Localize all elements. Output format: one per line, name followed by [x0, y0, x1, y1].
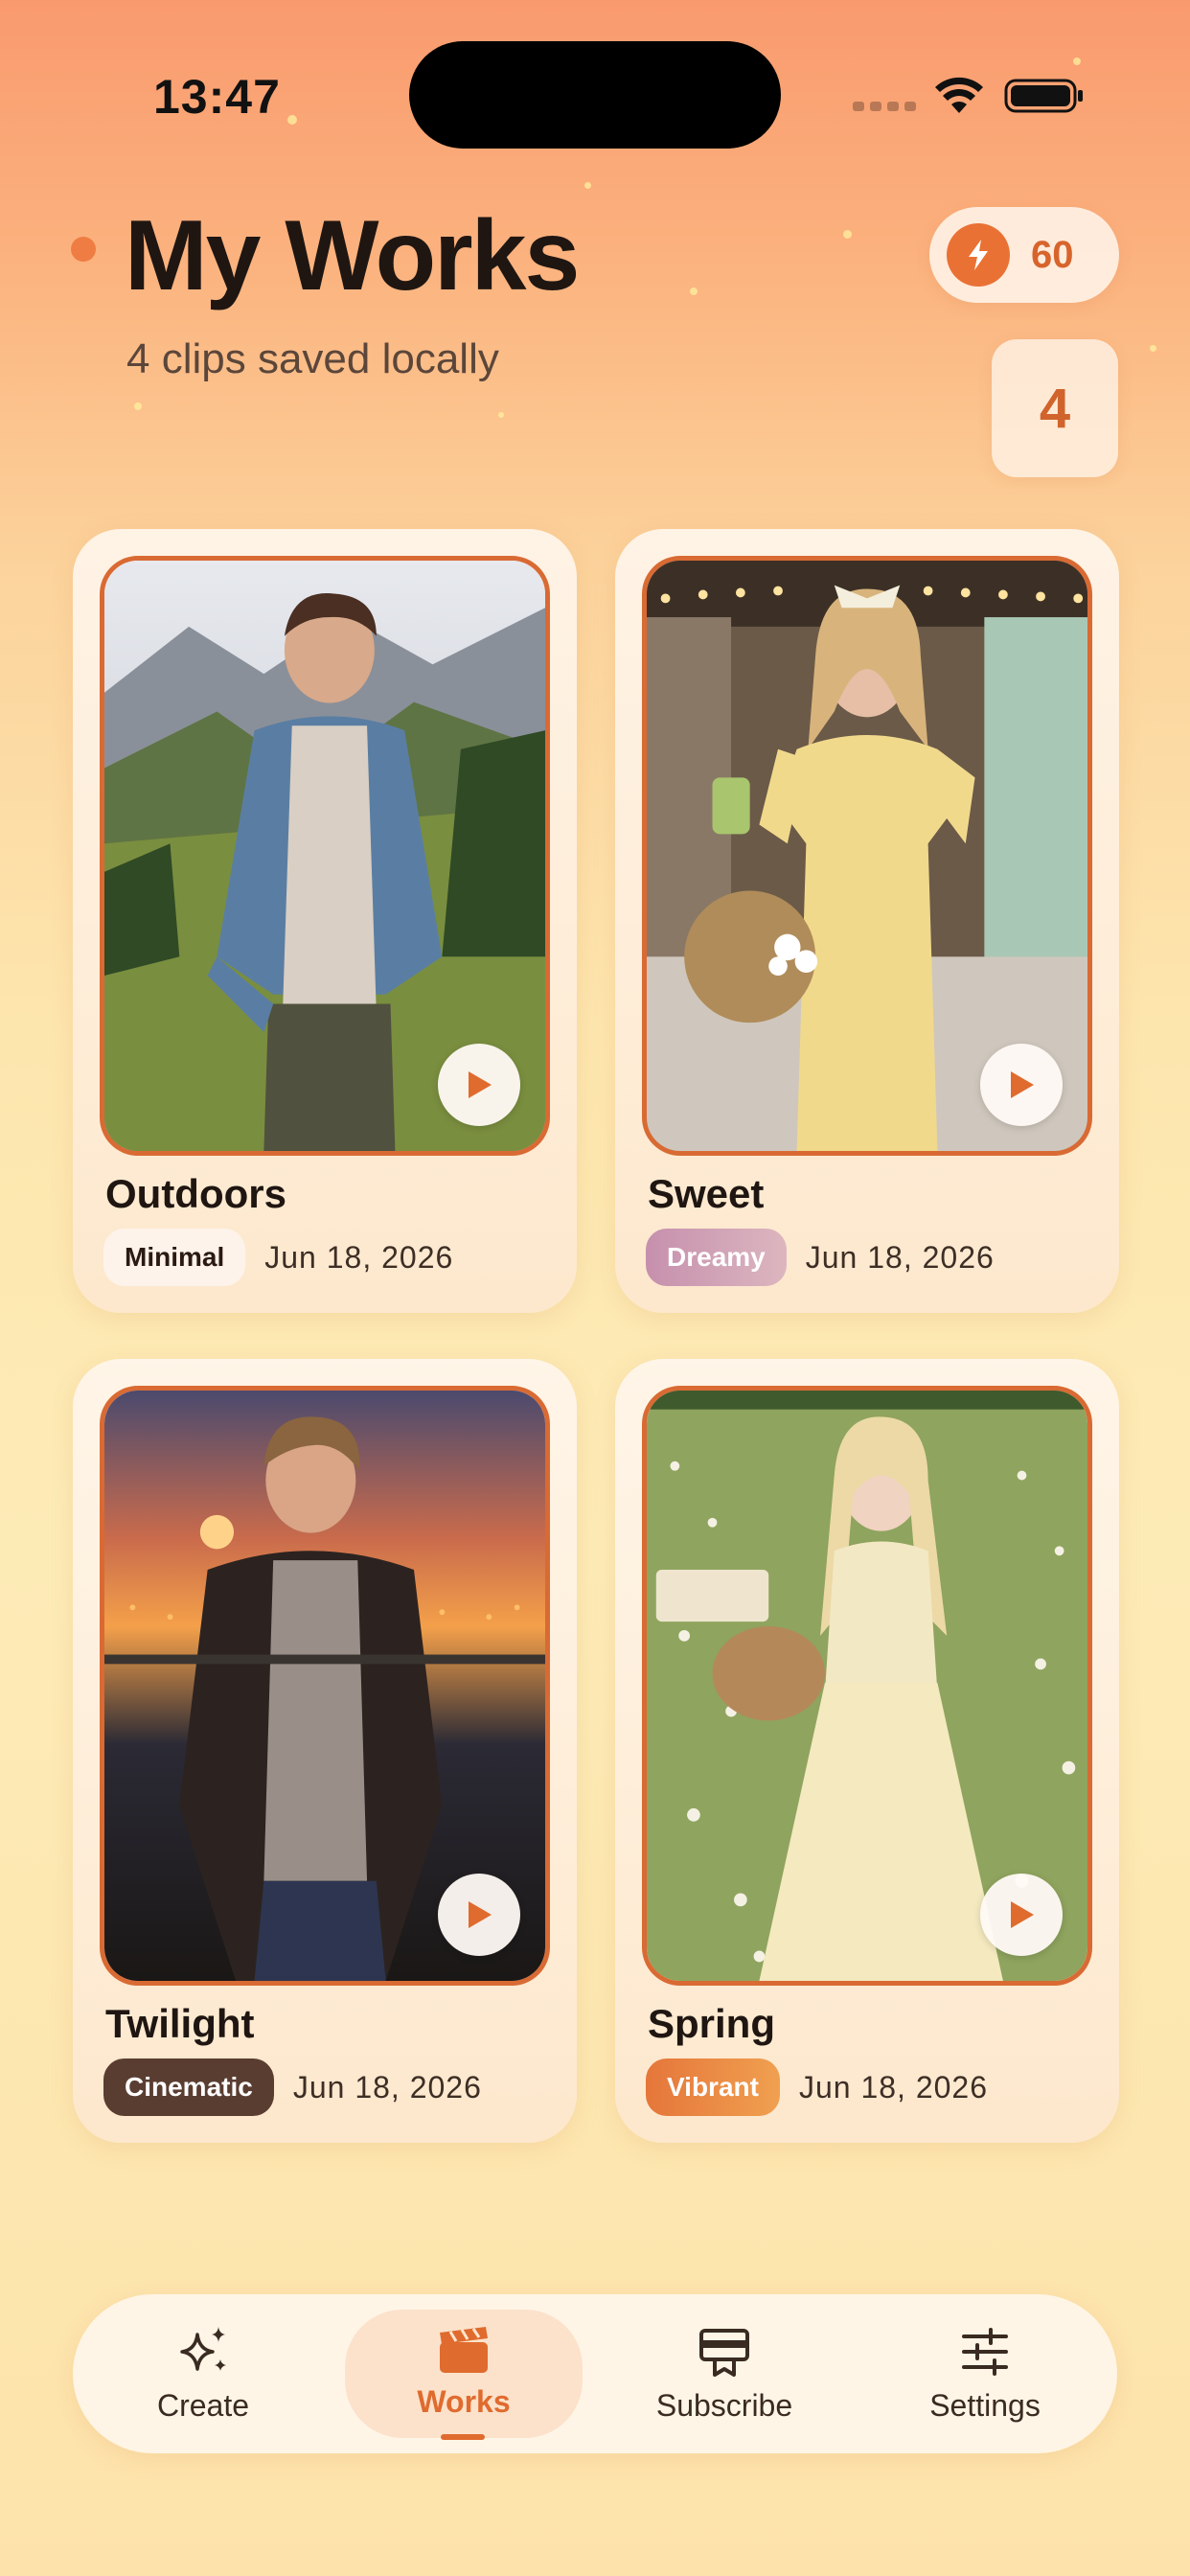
tab-label: Create — [156, 2388, 250, 2423]
play-icon — [469, 1071, 492, 1098]
work-date: Jun 18, 2026 — [264, 1239, 454, 1275]
tab-works[interactable]: Works — [345, 2310, 583, 2438]
play-icon — [1011, 1071, 1034, 1098]
work-card[interactable]: Outdoors Minimal Jun 18, 2026 — [73, 529, 577, 1313]
work-card[interactable]: Sweet Dreamy Jun 18, 2026 — [615, 529, 1119, 1313]
tab-label: Works — [417, 2384, 511, 2419]
work-thumbnail[interactable] — [100, 1386, 550, 1986]
page-title: My Works — [125, 200, 580, 311]
battery-icon — [1004, 79, 1083, 113]
dynamic-island — [409, 41, 781, 149]
lightning-icon — [947, 223, 1010, 287]
works-count-badge: 4 — [992, 339, 1118, 477]
wifi-icon — [935, 77, 983, 113]
work-title: Outdoors — [105, 1171, 286, 1216]
tab-subscribe[interactable]: Subscribe — [606, 2310, 843, 2438]
work-date: Jun 18, 2026 — [805, 1239, 995, 1275]
sliders-icon — [962, 2328, 1008, 2376]
tab-bar: Create Works Subscribe Settings — [73, 2294, 1117, 2453]
work-thumbnail[interactable] — [100, 556, 550, 1156]
work-title: Sweet — [648, 1171, 765, 1216]
tab-create[interactable]: Create — [84, 2310, 322, 2438]
page-subtitle: 4 clips saved locally — [126, 335, 499, 382]
work-card[interactable]: Spring Vibrant Jun 18, 2026 — [615, 1359, 1119, 2143]
cellular-signal-icon — [853, 102, 916, 111]
subscription-icon — [699, 2329, 749, 2377]
work-title: Twilight — [105, 2001, 255, 2046]
work-thumbnail[interactable] — [642, 1386, 1092, 1986]
style-tag: Vibrant — [646, 2058, 780, 2116]
style-tag: Dreamy — [646, 1229, 787, 1286]
work-date: Jun 18, 2026 — [292, 2069, 482, 2104]
play-icon — [1011, 1901, 1034, 1928]
style-tag: Minimal — [103, 1229, 246, 1286]
play-icon — [469, 1901, 492, 1928]
active-tab-indicator — [441, 2434, 485, 2440]
play-button[interactable] — [980, 1044, 1063, 1126]
credits-count: 60 — [1031, 233, 1074, 276]
tab-label: Settings — [929, 2388, 1041, 2423]
work-card[interactable]: Twilight Cinematic Jun 18, 2026 — [73, 1359, 577, 2143]
work-date: Jun 18, 2026 — [798, 2069, 988, 2104]
sparkles-icon — [180, 2327, 226, 2371]
header-dot — [71, 237, 96, 262]
style-tag: Cinematic — [103, 2058, 274, 2116]
play-button[interactable] — [980, 1874, 1063, 1956]
status-time: 13:47 — [153, 70, 281, 124]
tab-label: Subscribe — [655, 2388, 793, 2423]
credits-badge[interactable]: 60 — [929, 207, 1119, 303]
clapperboard-icon — [440, 2327, 488, 2373]
work-title: Spring — [648, 2001, 775, 2046]
tab-settings[interactable]: Settings — [866, 2310, 1104, 2438]
play-button[interactable] — [438, 1874, 520, 1956]
play-button[interactable] — [438, 1044, 520, 1126]
work-thumbnail[interactable] — [642, 556, 1092, 1156]
